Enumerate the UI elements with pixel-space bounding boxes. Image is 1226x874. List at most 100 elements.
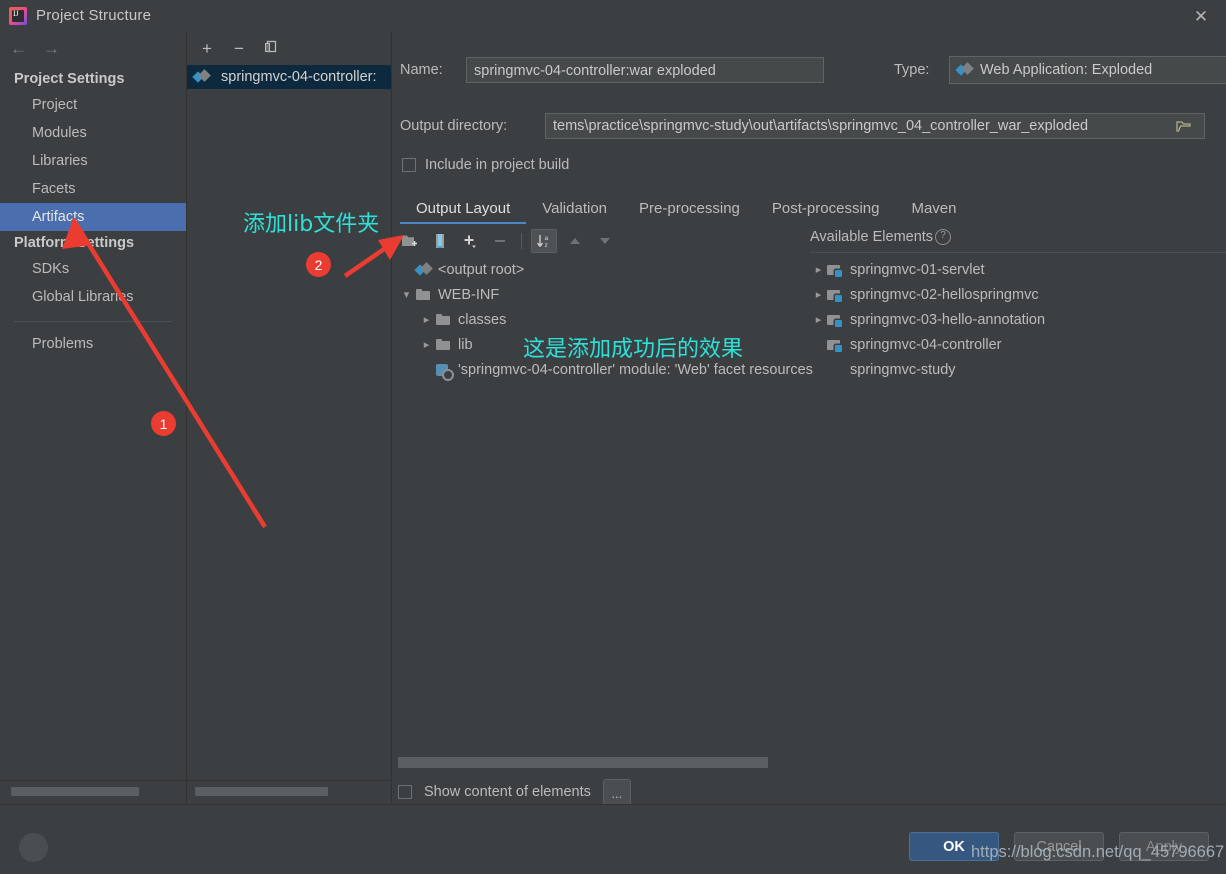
artifacts-scrollbar-thumb[interactable] — [195, 787, 328, 796]
sidebar-item-modules[interactable]: Modules — [0, 119, 186, 147]
chevron-right-icon[interactable]: ▸ — [810, 288, 827, 301]
tab-pre-processing[interactable]: Pre-processing — [623, 200, 756, 224]
name-label: Name: — [400, 62, 443, 78]
folder-open-icon[interactable] — [1171, 114, 1197, 138]
sidebar-item-libraries[interactable]: Libraries — [0, 147, 186, 175]
question-mark-icon[interactable]: ? — [935, 229, 952, 245]
window-title: Project Structure — [36, 7, 152, 24]
sidebar-scrollbar-thumb[interactable] — [11, 787, 139, 796]
module-icon — [827, 287, 844, 303]
output-tree-horizontal-scrollbar[interactable] — [398, 755, 1226, 769]
list-item[interactable]: springmvc-04-controller — [810, 332, 1226, 357]
chevron-right-icon[interactable]: ▸ — [418, 338, 435, 351]
available-elements-header: Available Elements ? — [810, 229, 952, 245]
available-elements-label: Available Elements — [810, 229, 934, 245]
tree-row-label: WEB-INF — [438, 286, 500, 303]
sidebar-item-global-libraries[interactable]: Global Libraries — [0, 283, 186, 311]
help-button[interactable]: question-mark-icon — [19, 833, 48, 862]
name-field-row: Name: springmvc-04-controller:war explod… — [400, 57, 824, 83]
svg-text:a: a — [545, 235, 549, 242]
output-directory-input[interactable]: tems\practice\springmvc-study\out\artifa… — [545, 113, 1205, 139]
chevron-right-icon[interactable]: ▸ — [810, 313, 827, 326]
move-up-button[interactable] — [563, 230, 587, 252]
chevron-right-icon[interactable]: ▸ — [810, 263, 827, 276]
tree-row-label: lib — [458, 336, 473, 353]
add-directory-content-button[interactable] — [398, 230, 422, 252]
close-icon[interactable]: ✕ — [1188, 4, 1214, 28]
sidebar-group-platform-settings: Platform Settings — [14, 235, 135, 251]
tree-row[interactable]: 'springmvc-04-controller' module: 'Web' … — [398, 357, 813, 382]
add-artifact-button[interactable]: + — [198, 40, 216, 57]
list-item-label: springmvc-03-hello-annotation — [850, 311, 1046, 328]
minus-icon — [495, 240, 505, 242]
no-icon — [827, 362, 844, 378]
tree-row-label: 'springmvc-04-controller' module: 'Web' … — [458, 361, 813, 378]
list-item[interactable]: springmvc-study — [810, 357, 1226, 382]
output-tree-scrollbar-thumb[interactable] — [398, 757, 768, 768]
available-elements-underline — [810, 252, 1226, 253]
copy-icon — [265, 40, 277, 52]
tree-row-label: <output root> — [438, 261, 525, 278]
settings-sidebar: ← → Project Settings Project Modules Lib… — [0, 31, 187, 803]
tree-row[interactable]: ▸ classes — [398, 307, 802, 332]
list-item[interactable]: ▸ springmvc-01-servlet — [810, 257, 1226, 282]
artifact-root-icon — [415, 262, 432, 278]
include-in-build-row[interactable]: Include in project build — [402, 157, 569, 173]
show-content-checkbox[interactable] — [398, 785, 412, 799]
sort-elements-button[interactable]: a z — [531, 229, 557, 253]
list-item-label: springmvc-01-servlet — [850, 261, 985, 278]
include-in-build-label: Include in project build — [425, 157, 570, 173]
list-item-label: springmvc-study — [850, 361, 956, 378]
facet-resources-icon — [435, 362, 454, 381]
type-field-row: Type: Web Application: Exploded ▼ — [894, 56, 1226, 84]
artifact-list-item[interactable]: springmvc-04-controller: — [187, 65, 391, 89]
sidebar-item-problems[interactable]: Problems — [0, 330, 186, 358]
tab-output-layout[interactable]: Output Layout — [400, 200, 526, 224]
sidebar-horizontal-scrollbar[interactable] — [0, 780, 186, 803]
type-dropdown-value: Web Application: Exploded — [980, 62, 1153, 78]
remove-artifact-button[interactable]: − — [230, 40, 248, 57]
sort-az-icon: a z — [536, 235, 549, 249]
arrow-right-icon[interactable]: → — [43, 39, 60, 59]
artifact-list-item-label: springmvc-04-controller: — [221, 69, 377, 85]
output-directory-value: tems\practice\springmvc-study\out\artifa… — [553, 118, 1089, 134]
move-down-button[interactable] — [593, 230, 617, 252]
copy-artifact-button[interactable] — [262, 40, 280, 57]
chevron-right-icon[interactable]: ▸ — [418, 313, 435, 326]
tree-row[interactable]: ▾ WEB-INF — [398, 282, 802, 307]
include-in-build-checkbox[interactable] — [402, 158, 416, 172]
add-archive-button[interactable] — [428, 230, 452, 252]
watermark-url: https://blog.csdn.net/qq_45796667 — [971, 843, 1225, 861]
triangle-up-icon — [570, 238, 580, 244]
list-item-label: springmvc-04-controller — [850, 336, 1002, 353]
tree-row[interactable]: <output root> — [398, 257, 802, 282]
artifacts-horizontal-scrollbar[interactable] — [187, 780, 391, 803]
chevron-down-icon[interactable]: ▾ — [398, 288, 415, 301]
type-dropdown[interactable]: Web Application: Exploded ▼ — [949, 56, 1226, 84]
more-options-button[interactable]: ... — [602, 779, 631, 805]
sidebar-item-artifacts[interactable]: Artifacts — [0, 203, 186, 231]
output-directory-row: Output directory: tems\practice\springmv… — [400, 113, 1205, 139]
remove-element-button[interactable] — [488, 230, 512, 252]
add-element-button[interactable] — [458, 230, 482, 252]
output-layout-tree: <output root> ▾ WEB-INF ▸ classes ▸ lib … — [398, 257, 813, 382]
triangle-down-icon — [600, 238, 610, 244]
artifact-tabs: Output Layout Validation Pre-processing … — [400, 192, 973, 224]
tree-row[interactable]: ▸ lib — [398, 332, 802, 357]
module-icon — [827, 337, 844, 353]
folder-icon — [415, 287, 432, 303]
list-item[interactable]: ▸ springmvc-02-hellospringmvc — [810, 282, 1226, 307]
sidebar-item-project[interactable]: Project — [0, 91, 186, 119]
name-input[interactable]: springmvc-04-controller:war exploded — [466, 57, 824, 83]
tab-post-processing[interactable]: Post-processing — [756, 200, 896, 224]
toolbar-separator — [521, 233, 522, 249]
tab-maven[interactable]: Maven — [895, 200, 972, 224]
intellij-idea-icon — [9, 6, 27, 25]
arrow-left-icon[interactable]: ← — [10, 39, 27, 59]
sidebar-item-sdks[interactable]: SDKs — [0, 255, 186, 283]
tab-validation[interactable]: Validation — [526, 200, 623, 224]
sidebar-item-facets[interactable]: Facets — [0, 175, 186, 203]
artifact-exploded-icon — [956, 62, 973, 78]
sidebar-group-project-settings: Project Settings — [14, 71, 125, 87]
list-item[interactable]: ▸ springmvc-03-hello-annotation — [810, 307, 1226, 332]
